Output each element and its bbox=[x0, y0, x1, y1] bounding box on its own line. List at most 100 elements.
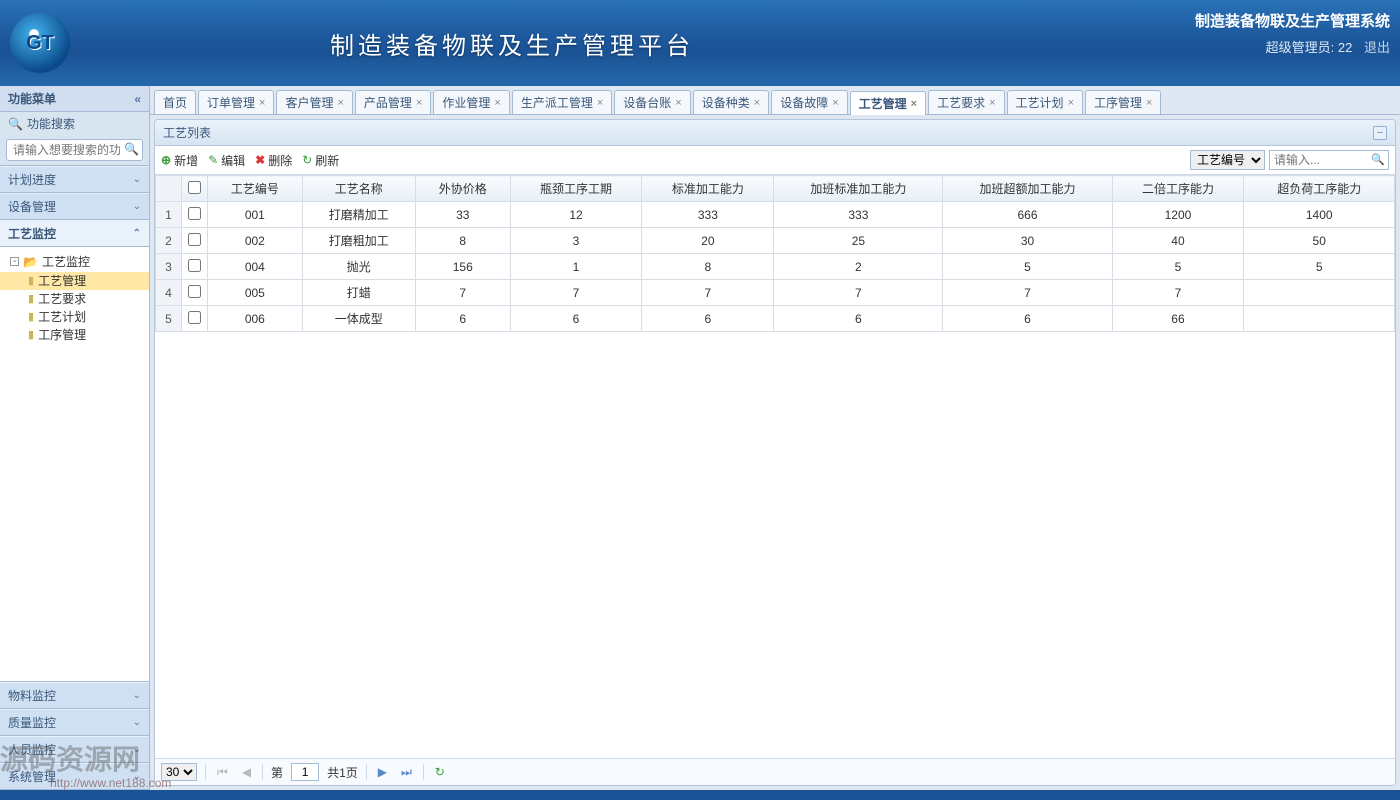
tab[interactable]: 设备种类× bbox=[693, 90, 769, 114]
search-submit-icon[interactable]: 🔍 bbox=[124, 142, 139, 156]
tab[interactable]: 客户管理× bbox=[276, 90, 352, 114]
column-header[interactable]: 超负荷工序能力 bbox=[1244, 176, 1395, 202]
logout-link[interactable]: 退出 bbox=[1364, 40, 1390, 55]
tab[interactable]: 设备台账 × bbox=[614, 90, 690, 114]
filter-search-icon[interactable]: 🔍 bbox=[1371, 153, 1385, 166]
sidebar-title: 功能菜单 bbox=[8, 90, 56, 107]
tab-close-icon[interactable]: × bbox=[1068, 97, 1074, 109]
column-header[interactable]: 二倍工序能力 bbox=[1112, 176, 1244, 202]
page-size-select[interactable]: 30 bbox=[161, 763, 197, 781]
column-header[interactable]: 加班标准加工能力 bbox=[774, 176, 943, 202]
tab[interactable]: 生产派工管理× bbox=[512, 90, 612, 114]
delete-button[interactable]: ✖删除 bbox=[255, 152, 292, 169]
tab-close-icon[interactable]: × bbox=[494, 97, 500, 109]
row-checkbox[interactable] bbox=[188, 233, 201, 246]
pager-page-input[interactable] bbox=[291, 763, 319, 781]
column-header[interactable]: 外协价格 bbox=[415, 176, 510, 202]
file-icon: ▮ bbox=[28, 326, 34, 344]
row-checkbox[interactable] bbox=[188, 311, 201, 324]
sidebar-section-staff[interactable]: 人员监控 ⌄ bbox=[0, 736, 149, 763]
column-header[interactable]: 加班超额加工能力 bbox=[943, 176, 1112, 202]
tab-close-icon[interactable]: × bbox=[259, 97, 265, 109]
pager-last-button[interactable]: ⏭ bbox=[398, 765, 415, 780]
tab-close-icon[interactable]: × bbox=[675, 97, 681, 109]
tree-item[interactable]: ▮工艺要求 bbox=[0, 290, 149, 308]
tree-item-label: 工艺管理 bbox=[38, 272, 86, 290]
tab-close-icon[interactable]: × bbox=[1146, 97, 1152, 109]
cell: 5 bbox=[1244, 254, 1395, 280]
column-header[interactable]: 标准加工能力 bbox=[642, 176, 774, 202]
tree-root-process[interactable]: - 📂 工艺监控 bbox=[0, 251, 149, 272]
cell: 30 bbox=[943, 228, 1112, 254]
sidebar-section-label: 工艺监控 bbox=[8, 225, 56, 242]
tab-close-icon[interactable]: × bbox=[989, 97, 995, 109]
pager-page-prefix: 第 bbox=[271, 764, 283, 781]
pager-prev-button[interactable]: ◀ bbox=[239, 765, 254, 779]
edit-button[interactable]: ✎编辑 bbox=[208, 152, 245, 169]
table-row[interactable]: 4005打蜡777777 bbox=[156, 280, 1395, 306]
panel-collapse-button[interactable]: – bbox=[1373, 126, 1387, 140]
column-header[interactable]: 工艺编号 bbox=[208, 176, 303, 202]
cell: 50 bbox=[1244, 228, 1395, 254]
sidebar-section-device[interactable]: 设备管理 ⌄ bbox=[0, 193, 149, 220]
row-checkbox[interactable] bbox=[188, 285, 201, 298]
select-all-checkbox[interactable] bbox=[188, 181, 201, 194]
tab[interactable]: 工序管理× bbox=[1085, 90, 1161, 114]
tab[interactable]: 产品管理× bbox=[355, 90, 431, 114]
table-row[interactable]: 1001打磨精加工331233333366612001400 bbox=[156, 202, 1395, 228]
sidebar-collapse-button[interactable]: « bbox=[134, 92, 141, 106]
cell: 006 bbox=[208, 306, 303, 332]
pencil-icon: ✎ bbox=[208, 153, 218, 167]
tab[interactable]: 首页 bbox=[154, 90, 196, 114]
row-checkbox[interactable] bbox=[188, 259, 201, 272]
tree-item[interactable]: ▮工艺计划 bbox=[0, 308, 149, 326]
sidebar-section-plan[interactable]: 计划进度 ⌄ bbox=[0, 166, 149, 193]
tab-close-icon[interactable]: × bbox=[754, 97, 760, 109]
cell: 5 bbox=[1112, 254, 1244, 280]
tree-item[interactable]: ▮工艺管理 bbox=[0, 272, 149, 290]
tab-close-icon[interactable]: × bbox=[832, 97, 838, 109]
table-row[interactable]: 2002打磨粗加工832025304050 bbox=[156, 228, 1395, 254]
cell: 004 bbox=[208, 254, 303, 280]
pager-next-button[interactable]: ▶ bbox=[375, 765, 390, 779]
tab[interactable]: 作业管理× bbox=[433, 90, 509, 114]
folder-icon: 📂 bbox=[23, 255, 38, 269]
column-header[interactable]: 瓶颈工序工期 bbox=[510, 176, 642, 202]
pager-refresh-button[interactable]: ↻ bbox=[432, 765, 448, 779]
chevron-down-icon: ⌄ bbox=[133, 771, 141, 782]
col-checkbox bbox=[182, 176, 208, 202]
table-row[interactable]: 5006一体成型6666666 bbox=[156, 306, 1395, 332]
tab-close-icon[interactable]: × bbox=[416, 97, 422, 109]
tab[interactable]: 工艺计划 × bbox=[1007, 90, 1083, 114]
row-checkbox[interactable] bbox=[188, 207, 201, 220]
cell: 156 bbox=[415, 254, 510, 280]
tree-item-label: 工艺计划 bbox=[38, 308, 86, 326]
filter-field-select[interactable]: 工艺编号 bbox=[1190, 150, 1265, 170]
table-row[interactable]: 3004抛光156182555 bbox=[156, 254, 1395, 280]
pager-first-button[interactable]: ⏮ bbox=[214, 765, 231, 780]
tab[interactable]: 工艺要求× bbox=[928, 90, 1004, 114]
sidebar-section-process[interactable]: 工艺监控 ⌃ bbox=[0, 220, 149, 247]
tab-label: 工艺管理 bbox=[859, 95, 907, 112]
add-button[interactable]: ⊕新增 bbox=[161, 152, 198, 169]
sidebar-section-material[interactable]: 物料监控 ⌄ bbox=[0, 682, 149, 709]
tab[interactable]: 订单管理× bbox=[198, 90, 274, 114]
tab-label: 设备台账 bbox=[623, 94, 671, 111]
sidebar-section-quality[interactable]: 质量监控 ⌄ bbox=[0, 709, 149, 736]
tree-item[interactable]: ▮工序管理 bbox=[0, 326, 149, 344]
tab[interactable]: 工艺管理 × bbox=[850, 91, 926, 115]
column-header[interactable]: 工艺名称 bbox=[302, 176, 415, 202]
chevron-down-icon: ⌄ bbox=[133, 201, 141, 212]
col-rownum bbox=[156, 176, 182, 202]
cell bbox=[1244, 306, 1395, 332]
function-search-input[interactable] bbox=[6, 139, 143, 161]
cell: 6 bbox=[415, 306, 510, 332]
tab[interactable]: 设备故障× bbox=[771, 90, 847, 114]
tab-label: 工艺计划 bbox=[1016, 94, 1064, 111]
tab-close-icon[interactable]: × bbox=[597, 97, 603, 109]
tab-close-icon[interactable]: × bbox=[911, 98, 917, 110]
cell: 1200 bbox=[1112, 202, 1244, 228]
tab-close-icon[interactable]: × bbox=[337, 97, 343, 109]
sidebar-section-system[interactable]: 系统管理 ⌄ bbox=[0, 763, 149, 790]
refresh-button[interactable]: ↻刷新 bbox=[302, 152, 339, 169]
